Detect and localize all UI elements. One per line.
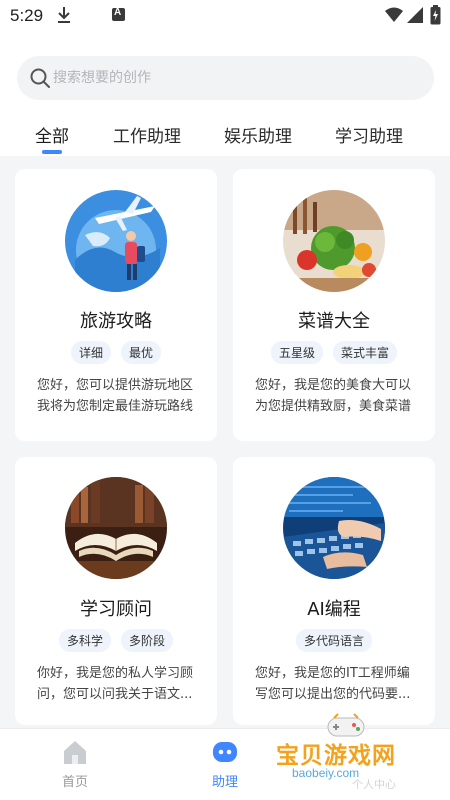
tab-all[interactable]: 全部 [35, 122, 69, 147]
open-book-image [65, 477, 167, 579]
card-tag: 最优 [121, 341, 162, 364]
card-tag: 五星级 [270, 341, 323, 364]
card-title: AI编程 [307, 599, 361, 620]
status-bar: 5:29 [0, 0, 450, 32]
card-tags: 多代码语言 [233, 629, 435, 652]
assistant-card-study[interactable]: 学习顾问 多科学 多阶段 你好，我是您的私人学习顾问，您可以问我关于语文... [15, 457, 217, 725]
search-input[interactable] [53, 56, 423, 100]
vegetables-image [283, 190, 385, 292]
card-description: 您好，我是您的美食大可以为您提供精致厨，美食菜谱 [255, 378, 412, 414]
battery-icon [430, 5, 441, 25]
download-icon [58, 7, 70, 23]
watermark-text: 宝贝游戏网 [276, 743, 396, 769]
assistant-card-travel[interactable]: 旅游攻略 详细 最优 您好，您可以提供游玩地区我将为您制定最佳游玩路线 [15, 169, 217, 441]
nav-label-home: 首页 [61, 775, 88, 790]
card-tag: 详细 [70, 341, 111, 364]
card-tag: 多代码语言 [295, 629, 372, 652]
assistant-card-recipes[interactable]: 菜谱大全 五星级 菜式丰富 您好，我是您的美食大可以为您提供精致厨，美食菜谱 [233, 169, 435, 441]
travel-image [65, 190, 167, 292]
home-icon [64, 741, 86, 764]
card-tag: 菜式丰富 [333, 341, 398, 364]
nav-label-assistant: 助理 [211, 775, 238, 790]
active-tab-indicator [42, 150, 62, 154]
card-title: 学习顾问 [80, 599, 152, 620]
watermark-profile-label: 个人中心 [352, 778, 396, 791]
category-tabs: 全部 工作助理 娱乐助理 学习助理 [0, 118, 450, 156]
card-tags: 多科学 多阶段 [15, 629, 217, 652]
card-tags: 五星级 菜式丰富 [233, 341, 435, 364]
keyboard-typing-image [283, 477, 385, 579]
card-description: 您好，您可以提供游玩地区我将为您制定最佳游玩路线 [37, 378, 194, 414]
card-title: 菜谱大全 [298, 311, 370, 332]
tab-entertainment-assistant[interactable]: 娱乐助理 [224, 122, 292, 147]
gamepad-logo-icon [327, 713, 365, 737]
header: 全部 工作助理 娱乐助理 学习助理 [0, 32, 450, 156]
card-tag: 多阶段 [121, 629, 174, 652]
watermark-url: baobeiy.com [292, 766, 360, 780]
assistant-icon [213, 742, 237, 762]
signal-icon [407, 7, 423, 23]
card-description: 你好，我是您的私人学习顾问，您可以问我关于语文... [37, 666, 194, 702]
site-watermark: 宝贝游戏网 baobeiy.com 个人中心 [272, 712, 432, 794]
search-bar[interactable] [17, 56, 434, 100]
card-tag: 多科学 [58, 629, 111, 652]
app-notification-icon [112, 7, 125, 21]
wifi-icon [385, 7, 403, 22]
card-description: 您好，我是您的IT工程师编写您可以提出您的代码要... [255, 666, 411, 702]
assistant-card-ai-programming[interactable]: AI编程 多代码语言 您好，我是您的IT工程师编写您可以提出您的代码要... [233, 457, 435, 725]
tab-work-assistant[interactable]: 工作助理 [113, 122, 181, 147]
tab-study-assistant[interactable]: 学习助理 [335, 122, 403, 147]
status-time: 5:29 [10, 6, 44, 25]
card-title: 旅游攻略 [80, 311, 152, 332]
search-icon [30, 68, 50, 88]
card-tags: 详细 最优 [15, 341, 217, 364]
